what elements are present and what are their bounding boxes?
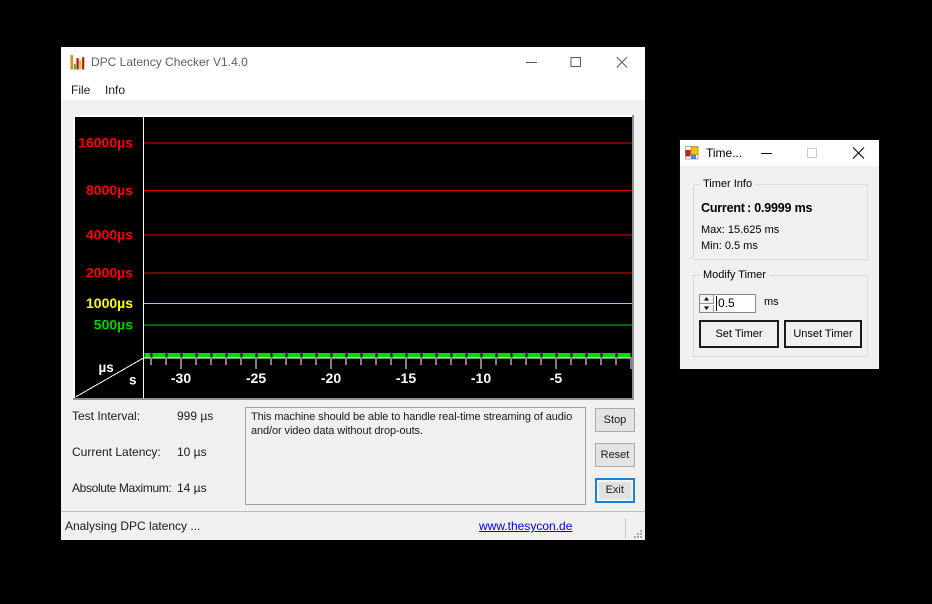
svg-text:500µs: 500µs [94, 317, 133, 333]
svg-text:2000µs: 2000µs [86, 265, 133, 281]
svg-text:-30: -30 [171, 370, 191, 386]
svg-text:4000µs: 4000µs [86, 227, 133, 243]
svg-text:s: s [129, 373, 137, 388]
svg-text:8000µs: 8000µs [86, 182, 133, 198]
svg-text:-15: -15 [396, 370, 416, 386]
svg-text:-20: -20 [321, 370, 341, 386]
svg-text:1000µs: 1000µs [86, 295, 133, 311]
svg-text:-25: -25 [246, 370, 266, 386]
svg-text:-5: -5 [550, 370, 563, 386]
svg-text:-10: -10 [471, 370, 491, 386]
svg-text:16000µs: 16000µs [78, 135, 133, 151]
svg-text:µs: µs [99, 360, 114, 375]
